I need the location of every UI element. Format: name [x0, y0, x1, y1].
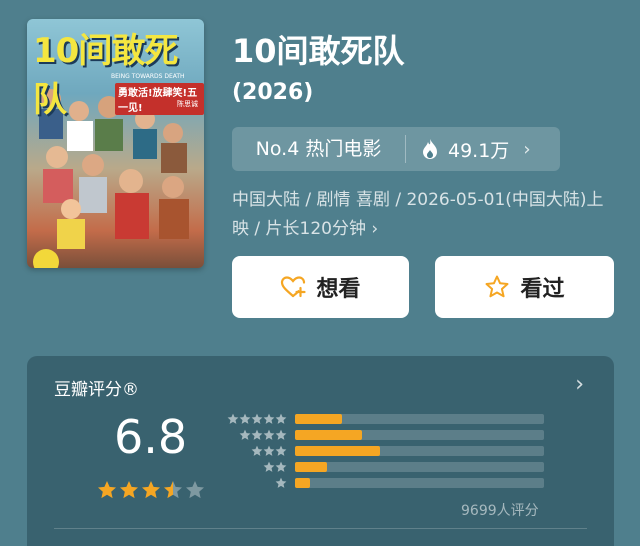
- mini-star-icon: [263, 413, 275, 424]
- mini-star-icon: [275, 413, 287, 424]
- movie-poster[interactable]: 10间敢死队 BEING TOWARDS DEATH 勇敢活!放肆笑!五一见! …: [27, 19, 204, 268]
- histogram-bar-track: [295, 446, 544, 456]
- histogram-bar-track: [295, 478, 544, 488]
- mini-star-icon: [239, 429, 251, 440]
- movie-title: 10间敢死队: [232, 32, 405, 70]
- poster-subtitle: BEING TOWARDS DEATH: [111, 73, 185, 80]
- smiley-icon: [33, 249, 59, 268]
- mini-star-icon: [251, 445, 263, 456]
- rating-stars: [97, 480, 205, 500]
- histogram-star-label: [223, 477, 287, 489]
- star-icon: [120, 481, 138, 499]
- seen-label: 看过: [520, 277, 565, 302]
- histogram-bar-fill: [295, 446, 380, 456]
- star-icon: [142, 481, 160, 499]
- histogram-bar-track: [295, 430, 544, 440]
- mini-star-icon: [263, 429, 275, 440]
- mini-star-icon: [275, 445, 287, 456]
- histogram-bar-fill: [295, 414, 343, 424]
- histogram-star-label: [223, 413, 287, 425]
- movie-year: (2026): [232, 80, 314, 105]
- histogram-star-label: [223, 461, 287, 473]
- chevron-right-icon[interactable]: ›: [575, 372, 584, 397]
- star-outline-icon: [485, 275, 509, 298]
- mini-star-icon: [251, 429, 263, 440]
- histogram-star-label: [223, 445, 287, 457]
- rating-count: 9699人评分: [461, 503, 539, 519]
- poster-director: 陈思诚: [177, 100, 198, 108]
- heat-value: 49.1万: [448, 139, 510, 162]
- mini-star-icon: [227, 413, 239, 424]
- mini-star-icon: [263, 445, 275, 456]
- rating-score: 6.8: [114, 410, 188, 464]
- divider: [54, 528, 587, 529]
- rating-title: 豆瓣评分®: [54, 380, 139, 400]
- mini-star-icon: [275, 477, 287, 488]
- flame-icon: [423, 139, 437, 159]
- histogram-bar-fill: [295, 462, 328, 472]
- want-label: 想看: [316, 277, 361, 302]
- rank-label: No.4 热门电影: [232, 135, 406, 163]
- rank-pill[interactable]: No.4 热门电影 49.1万 ›: [232, 127, 560, 171]
- histogram-star-label: [223, 429, 287, 441]
- heart-plus-icon: [281, 276, 307, 298]
- histogram-bar-track: [295, 462, 544, 472]
- heat-indicator: 49.1万 ›: [406, 136, 531, 163]
- histogram-bar-fill: [295, 478, 310, 488]
- mini-star-icon: [275, 461, 287, 472]
- rating-card[interactable]: 豆瓣评分® › 6.8 9699人评分: [27, 356, 614, 546]
- watched-button[interactable]: 看过: [435, 256, 614, 318]
- mini-star-icon: [239, 413, 251, 424]
- histogram-bar-fill: [295, 430, 363, 440]
- mini-star-icon: [263, 461, 275, 472]
- want-to-watch-button[interactable]: 想看: [232, 256, 409, 318]
- chevron-right-icon: ›: [523, 138, 531, 160]
- mini-star-icon: [251, 413, 263, 424]
- star-icon: [164, 481, 182, 499]
- star-icon: [98, 481, 116, 499]
- histogram-bar-track: [295, 414, 544, 424]
- movie-meta[interactable]: 中国大陆 / 剧情 喜剧 / 2026-05-01(中国大陆)上映 / 片长12…: [232, 186, 612, 244]
- mini-star-icon: [275, 429, 287, 440]
- star-icon: [186, 481, 204, 499]
